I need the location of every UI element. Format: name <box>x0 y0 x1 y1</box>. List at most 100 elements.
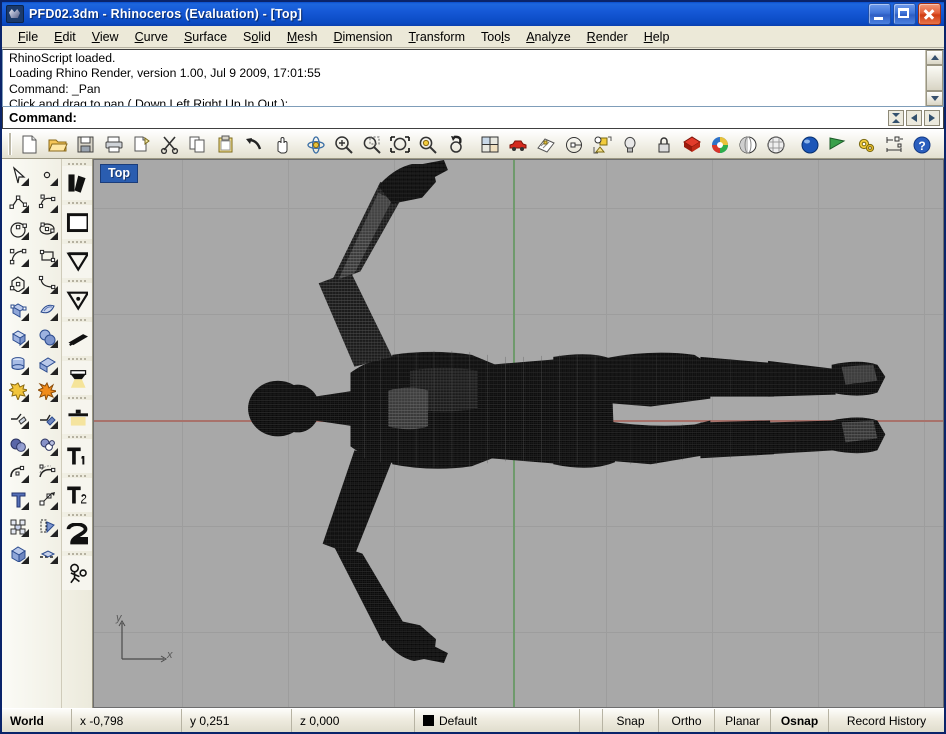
text-object-icon[interactable] <box>5 486 31 512</box>
rectangle-white-icon[interactable] <box>61 205 92 239</box>
fillet-curve-icon[interactable] <box>5 459 31 485</box>
trim-icon[interactable] <box>5 405 31 431</box>
scroll-thumb[interactable] <box>926 65 943 91</box>
number-2-icon[interactable] <box>61 517 92 551</box>
blend-surface-icon[interactable] <box>34 459 60 485</box>
cylinder-solid-icon[interactable] <box>5 351 31 377</box>
paste-icon[interactable] <box>212 131 239 157</box>
planar-section-icon[interactable] <box>34 540 60 566</box>
rectangle-icon[interactable] <box>34 243 60 269</box>
command-forward-button[interactable] <box>924 109 940 126</box>
color-gem-icon[interactable] <box>678 131 705 157</box>
status-toggle-ortho[interactable]: Ortho <box>659 709 715 732</box>
ghosted-sphere-icon[interactable] <box>762 131 789 157</box>
status-toggle-snap[interactable]: Snap <box>603 709 659 732</box>
surface-patch-icon[interactable] <box>34 297 60 323</box>
render-sphere-icon[interactable] <box>796 131 823 157</box>
polyline-icon[interactable] <box>5 189 31 215</box>
group-objects-icon[interactable] <box>5 513 31 539</box>
light-table-icon[interactable] <box>61 400 92 434</box>
zoom-extents-icon[interactable] <box>386 131 413 157</box>
scissors-cut-icon[interactable] <box>156 131 183 157</box>
open-file-icon[interactable] <box>44 131 71 157</box>
layout-sheet-icon[interactable] <box>532 131 559 157</box>
menu-dimension[interactable]: Dimension <box>325 28 400 46</box>
menu-file[interactable]: File <box>10 28 46 46</box>
layer-black-icon[interactable] <box>61 166 92 200</box>
status-layer[interactable]: Default <box>415 709 580 732</box>
viewport-top[interactable]: Top y x <box>93 159 944 708</box>
text-t2-icon[interactable] <box>61 478 92 512</box>
boolean-split-icon[interactable] <box>34 405 60 431</box>
menu-solid[interactable]: Solid <box>235 28 279 46</box>
zoom-selected-icon[interactable] <box>414 131 441 157</box>
curve-control-icon[interactable] <box>34 189 60 215</box>
scale-transform-icon[interactable] <box>34 486 60 512</box>
explode-star-icon[interactable] <box>5 378 31 404</box>
copy-icon[interactable] <box>184 131 211 157</box>
toolbar-grip[interactable] <box>8 133 12 155</box>
offset-object-icon[interactable] <box>34 513 60 539</box>
sphere-solid-icon[interactable] <box>34 324 60 350</box>
menu-help[interactable]: Help <box>636 28 678 46</box>
shade-sphere-icon[interactable] <box>734 131 761 157</box>
cone-point-icon[interactable] <box>61 283 92 317</box>
solid-tools-icon[interactable] <box>5 540 31 566</box>
cut-paste-layout-icon[interactable] <box>128 131 155 157</box>
extrude-surface-icon[interactable] <box>34 351 60 377</box>
named-view-icon[interactable] <box>560 131 587 157</box>
gears-options-icon[interactable] <box>852 131 879 157</box>
undo-arrow-icon[interactable] <box>240 131 267 157</box>
menu-curve[interactable]: Curve <box>127 28 176 46</box>
pan-hand-icon[interactable] <box>268 131 295 157</box>
boolean-union-icon[interactable] <box>5 432 31 458</box>
command-back-button[interactable] <box>906 109 922 126</box>
layer-color-swatch[interactable] <box>423 715 434 726</box>
maximize-button[interactable] <box>893 3 916 25</box>
boolean-diff-icon[interactable] <box>34 432 60 458</box>
menu-edit[interactable]: Edit <box>46 28 84 46</box>
zoom-window-icon[interactable] <box>358 131 385 157</box>
lock-icon[interactable] <box>650 131 677 157</box>
surface-corner-icon[interactable] <box>5 297 31 323</box>
spotlight-icon[interactable] <box>61 361 92 395</box>
menu-view[interactable]: View <box>84 28 127 46</box>
status-toggle-record-history[interactable]: Record History <box>829 709 944 732</box>
black-slab-icon[interactable] <box>61 322 92 356</box>
status-toggle-osnap[interactable]: Osnap <box>771 709 829 732</box>
select-arrow-icon[interactable] <box>5 162 31 188</box>
new-file-icon[interactable] <box>16 131 43 157</box>
box-solid-icon[interactable] <box>5 324 31 350</box>
four-viewport-icon[interactable] <box>476 131 503 157</box>
figure-sketch-icon[interactable] <box>61 556 92 590</box>
minimize-button[interactable] <box>868 3 891 25</box>
curve-blend-icon[interactable] <box>34 270 60 296</box>
print-icon[interactable] <box>100 131 127 157</box>
scroll-up-button[interactable] <box>926 50 943 66</box>
rhino-app-icon[interactable] <box>6 5 24 23</box>
save-file-icon[interactable] <box>72 131 99 157</box>
menu-render[interactable]: Render <box>579 28 636 46</box>
zoom-in-icon[interactable] <box>330 131 357 157</box>
lightbulb-icon[interactable] <box>616 131 643 157</box>
command-history-scrollbar[interactable] <box>925 50 943 107</box>
car-render-icon[interactable] <box>504 131 531 157</box>
help-icon[interactable]: ? <box>908 131 935 157</box>
close-button[interactable] <box>918 3 941 25</box>
text-t1-icon[interactable] <box>61 439 92 473</box>
status-toggle-planar[interactable]: Planar <box>715 709 771 732</box>
rotate-view-icon[interactable] <box>302 131 329 157</box>
command-history-button[interactable] <box>888 109 904 126</box>
menu-surface[interactable]: Surface <box>176 28 235 46</box>
circle-icon[interactable] <box>5 216 31 242</box>
cone-down-icon[interactable] <box>61 244 92 278</box>
flag-marker-icon[interactable] <box>824 131 851 157</box>
dimension-tool-icon[interactable] <box>880 131 907 157</box>
ellipse-icon[interactable] <box>34 216 60 242</box>
split-burst-icon[interactable] <box>34 378 60 404</box>
color-wheel-icon[interactable] <box>706 131 733 157</box>
menu-mesh[interactable]: Mesh <box>279 28 326 46</box>
scroll-down-button[interactable] <box>926 90 943 107</box>
viewport-label[interactable]: Top <box>100 164 138 183</box>
menu-transform[interactable]: Transform <box>401 28 474 46</box>
